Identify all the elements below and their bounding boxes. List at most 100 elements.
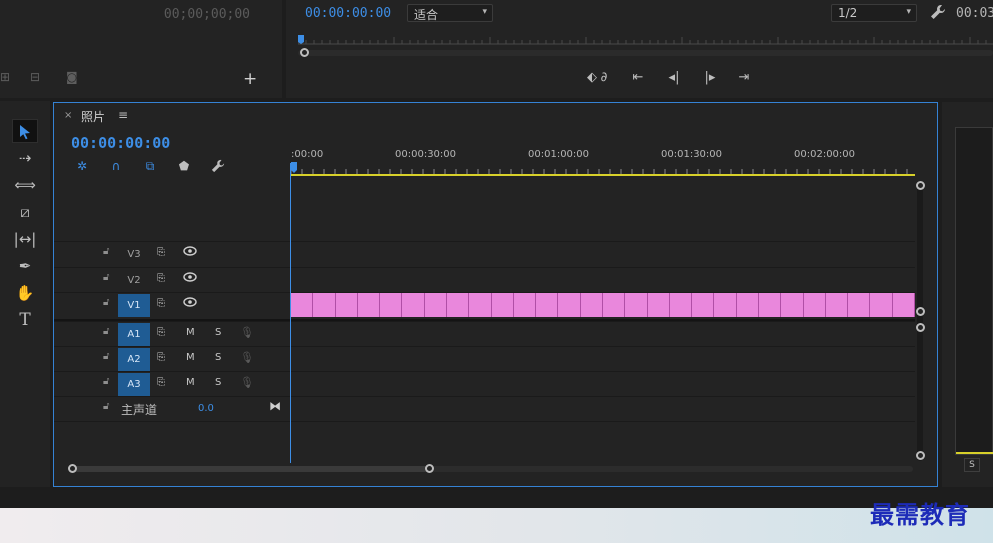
camera-toggle-icon[interactable]: ⎘ — [157, 247, 165, 258]
lock-icon[interactable]: 🔓︎ — [103, 401, 109, 412]
track-v3[interactable] — [291, 241, 915, 266]
timeline-settings-wrench-icon[interactable] — [209, 157, 227, 175]
lock-icon[interactable]: 🔓︎ — [103, 351, 109, 362]
photo-clip[interactable] — [424, 293, 447, 317]
photo-clip[interactable] — [870, 293, 893, 317]
photo-clip[interactable] — [647, 293, 670, 317]
photo-clip[interactable] — [469, 293, 492, 317]
camera-toggle-icon[interactable]: ⎘ — [157, 273, 165, 284]
mute-button[interactable]: M — [186, 352, 195, 363]
photo-clip[interactable] — [892, 293, 915, 317]
vertical-scrollbar[interactable] — [915, 181, 925, 461]
slip-icon[interactable]: |↔| — [12, 227, 38, 251]
photo-clip[interactable] — [692, 293, 715, 317]
eye-icon[interactable] — [183, 297, 197, 307]
snap-icon[interactable]: ∩ — [107, 157, 125, 175]
scroll-handle-top[interactable] — [916, 181, 925, 190]
photo-clip[interactable] — [491, 293, 514, 317]
track-target-v3[interactable]: V3 — [118, 243, 150, 266]
photo-clip[interactable] — [402, 293, 425, 317]
photo-clip[interactable] — [759, 293, 782, 317]
microphone-icon[interactable]: 🎙︎ — [240, 376, 254, 389]
photo-clip[interactable] — [781, 293, 804, 317]
photo-clip[interactable] — [603, 293, 626, 317]
overwrite-icon[interactable]: ⊟ — [30, 70, 46, 84]
insert-icon[interactable]: ⊞ — [0, 70, 16, 84]
timeline-playhead[interactable] — [291, 162, 297, 173]
track-a1[interactable] — [291, 321, 915, 346]
microphone-icon[interactable]: 🎙︎ — [240, 351, 254, 364]
photo-clip[interactable] — [380, 293, 403, 317]
go-to-out-icon[interactable]: ⇥ — [734, 68, 754, 88]
photo-clip[interactable] — [447, 293, 470, 317]
sync-lock-icon[interactable]: ⎘ — [157, 327, 165, 338]
mute-button[interactable]: M — [186, 377, 195, 388]
linked-selection-icon[interactable]: ⧉ — [141, 157, 159, 175]
program-ruler[interactable] — [298, 35, 993, 45]
lock-icon[interactable]: 🔓︎ — [103, 376, 109, 387]
photo-clip[interactable] — [580, 293, 603, 317]
go-to-edit-icon[interactable]: ⧓ — [269, 399, 281, 413]
photo-clip[interactable] — [357, 293, 381, 317]
lock-icon[interactable]: 🔓︎ — [103, 326, 109, 337]
camera-icon[interactable]: ◙ — [66, 70, 82, 84]
sequence-tab[interactable]: 照片 — [81, 108, 105, 125]
go-to-in-icon[interactable]: ⇤ — [628, 68, 648, 88]
track-target-v2[interactable]: V2 — [118, 269, 150, 292]
scroll-handle-video-bottom[interactable] — [916, 307, 925, 316]
add-button[interactable]: + — [243, 69, 257, 89]
solo-button[interactable]: S — [215, 377, 221, 388]
photo-clip[interactable] — [848, 293, 871, 317]
scroll-handle-bottom[interactable] — [916, 451, 925, 460]
photo-clip[interactable] — [513, 293, 537, 317]
microphone-icon[interactable]: 🎙︎ — [240, 326, 254, 339]
pen-icon[interactable]: ✒ — [12, 254, 38, 278]
scroll-handle-left[interactable] — [300, 48, 309, 57]
solo-button[interactable]: S — [215, 327, 221, 338]
sync-lock-icon[interactable]: ⎘ — [157, 377, 165, 388]
photo-clip[interactable] — [825, 293, 849, 317]
source-timecode[interactable]: 00;00;00;00 — [164, 7, 250, 22]
photo-clip[interactable] — [558, 293, 581, 317]
nest-sequence-icon[interactable]: ✲ — [73, 157, 91, 175]
type-icon[interactable]: T — [12, 308, 38, 332]
eye-icon[interactable] — [183, 246, 197, 256]
program-timecode[interactable]: 00:00:00:00 — [305, 6, 391, 21]
step-forward-icon[interactable]: |▸ — [700, 68, 720, 88]
sync-lock-icon[interactable]: ⎘ — [157, 352, 165, 363]
program-playhead[interactable] — [298, 35, 304, 44]
photo-clip[interactable] — [669, 293, 693, 317]
photo-clip[interactable] — [736, 293, 759, 317]
eye-icon[interactable] — [183, 272, 197, 282]
close-icon[interactable]: × — [64, 110, 72, 121]
master-volume-value[interactable]: 0.0 — [198, 403, 214, 414]
lock-icon[interactable]: 🔓︎ — [103, 297, 109, 308]
track-target-v1[interactable]: V1 — [118, 294, 150, 317]
playhead-line[interactable] — [290, 163, 291, 463]
track-a3[interactable] — [291, 371, 915, 396]
track-a2[interactable] — [291, 346, 915, 371]
photo-clips[interactable] — [291, 293, 915, 317]
step-back-icon[interactable]: ◂| — [664, 68, 684, 88]
track-target-a1[interactable]: A1 — [118, 323, 150, 346]
razor-icon[interactable]: ⧄ — [12, 200, 38, 224]
add-marker-icon[interactable]: ⬟ — [175, 157, 193, 175]
lock-icon[interactable]: 🔓︎ — [103, 246, 109, 257]
lock-icon[interactable]: 🔓︎ — [103, 272, 109, 283]
timeline-timecode[interactable]: 00:00:00:00 — [71, 134, 170, 152]
photo-clip[interactable] — [714, 293, 737, 317]
ripple-edit-icon[interactable]: ⟺ — [12, 173, 38, 197]
photo-clip[interactable] — [803, 293, 826, 317]
program-zoom-scrollbar[interactable] — [298, 48, 993, 58]
photo-clip[interactable] — [291, 293, 314, 317]
track-target-a2[interactable]: A2 — [118, 348, 150, 371]
scroll-handle-right[interactable] — [425, 464, 434, 473]
wrench-icon[interactable] — [930, 4, 946, 24]
fit-dropdown[interactable]: 适合 ▾ — [407, 4, 493, 22]
track-master[interactable] — [291, 396, 915, 421]
solo-button[interactable]: S — [215, 352, 221, 363]
scroll-handle-audio-top[interactable] — [916, 323, 925, 332]
camera-toggle-icon[interactable]: ⎘ — [157, 298, 165, 309]
resolution-dropdown[interactable]: 1/2 ▾ — [831, 4, 917, 22]
track-target-a3[interactable]: A3 — [118, 373, 150, 396]
